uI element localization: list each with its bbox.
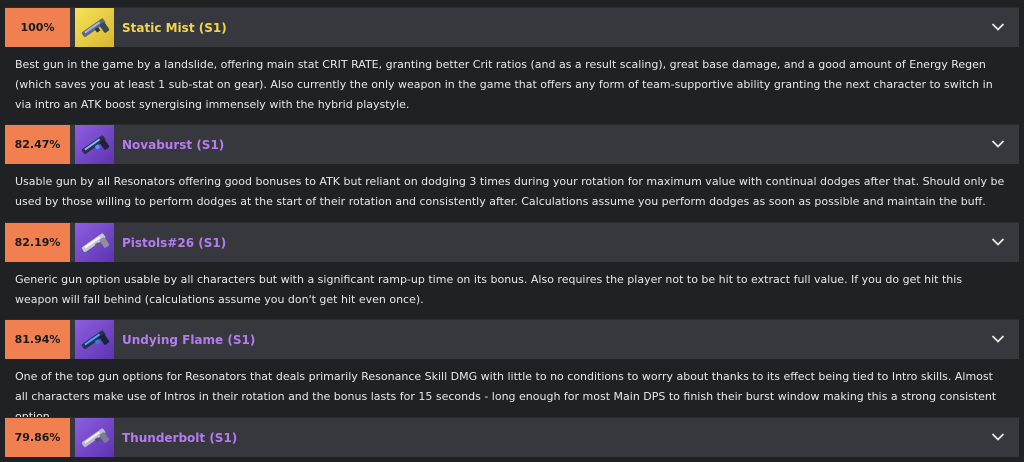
weapon-ranking-list: 100% Static Mist (S1) Best gun in the ga… [0, 0, 1024, 462]
percent-badge: 82.19% [5, 223, 70, 262]
percent-badge: 100% [5, 8, 70, 47]
chevron-down-icon[interactable] [991, 137, 1005, 151]
weapon-row-pistols26[interactable]: 82.19% Pistols#26 (S1) [5, 222, 1019, 262]
pistol-icon [75, 125, 114, 164]
pistol-icon [75, 8, 114, 47]
weapon-name: Thunderbolt (S1) [122, 430, 238, 445]
weapon-description: Usable gun by all Resonators offering go… [5, 164, 1019, 222]
chevron-down-icon[interactable] [991, 20, 1005, 34]
pistol-icon [75, 223, 114, 262]
percent-badge: 82.47% [5, 125, 70, 164]
chevron-down-icon[interactable] [991, 430, 1005, 444]
weapon-row-static-mist[interactable]: 100% Static Mist (S1) [5, 7, 1019, 47]
weapon-description: Generic gun option usable by all charact… [5, 262, 1019, 319]
percent-badge: 81.94% [5, 320, 70, 359]
weapon-name: Undying Flame (S1) [122, 332, 256, 347]
weapon-row-thunderbolt[interactable]: 79.86% Thunderbolt (S1) [5, 417, 1019, 457]
chevron-down-icon[interactable] [991, 332, 1005, 346]
pistol-icon [75, 418, 114, 457]
weapon-description: Best gun in the game by a landslide, off… [5, 47, 1019, 123]
pistol-icon [75, 320, 114, 359]
weapon-name: Pistols#26 (S1) [122, 235, 227, 250]
chevron-down-icon[interactable] [991, 235, 1005, 249]
percent-badge: 79.86% [5, 418, 70, 457]
weapon-name: Novaburst (S1) [122, 137, 225, 152]
weapon-name: Static Mist (S1) [122, 20, 227, 35]
weapon-row-novaburst[interactable]: 82.47% Novaburst (S1) [5, 124, 1019, 164]
weapon-description: One of the top gun options for Resonator… [5, 359, 1019, 423]
weapon-row-undying-flame[interactable]: 81.94% Undying Flame (S1) [5, 319, 1019, 359]
